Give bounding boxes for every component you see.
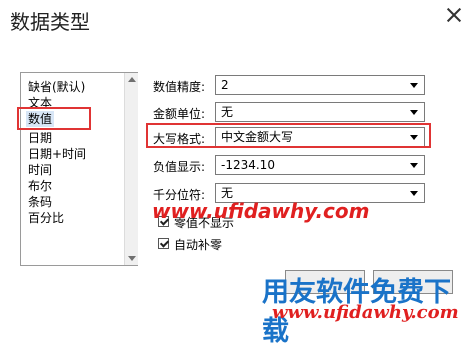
highlight-box [17,107,91,130]
precision-value: 2 [221,78,229,92]
watermark-url: www.ufidawhy.com [152,199,370,223]
list-item[interactable]: 布尔 [26,178,54,194]
watermark-url-bottom: www.ufidawhy.com [272,302,459,323]
chevron-down-icon [410,191,418,196]
auto-pad-zero-checkbox[interactable] [158,238,169,249]
auto-pad-zero-label: 自动补零 [174,238,223,252]
dialog-title: 数据类型 [10,10,90,34]
highlight-box [146,123,431,148]
precision-label: 数值精度: [153,80,206,94]
currency-unit-value: 无 [221,105,234,119]
chevron-down-icon [410,83,418,88]
precision-select[interactable]: 2 [215,75,425,95]
currency-unit-label: 金额单位: [153,107,206,121]
chevron-down-icon [410,163,418,168]
scroll-down-icon[interactable] [128,256,136,261]
type-listbox[interactable]: 缺省(默认) 文本 数值 日期 日期+时间 时间 布尔 条码 百分比 [20,72,138,266]
list-item[interactable]: 日期 [26,130,54,146]
scroll-up-icon[interactable] [128,77,136,82]
currency-unit-select[interactable]: 无 [215,102,425,122]
list-scrollbar[interactable] [124,73,138,265]
negative-display-value: -1234.10 [221,158,275,172]
list-item[interactable]: 缺省(默认) [26,79,87,95]
list-item[interactable]: 日期+时间 [26,146,88,162]
chevron-down-icon [410,110,418,115]
negative-display-select[interactable]: -1234.10 [215,155,425,175]
list-item[interactable]: 条码 [26,194,54,210]
list-item[interactable]: 百分比 [26,210,66,226]
close-icon[interactable] [447,8,461,22]
list-item[interactable]: 时间 [26,162,54,178]
negative-display-label: 负值显示: [153,160,206,174]
thousands-separator-value: 无 [221,186,234,200]
